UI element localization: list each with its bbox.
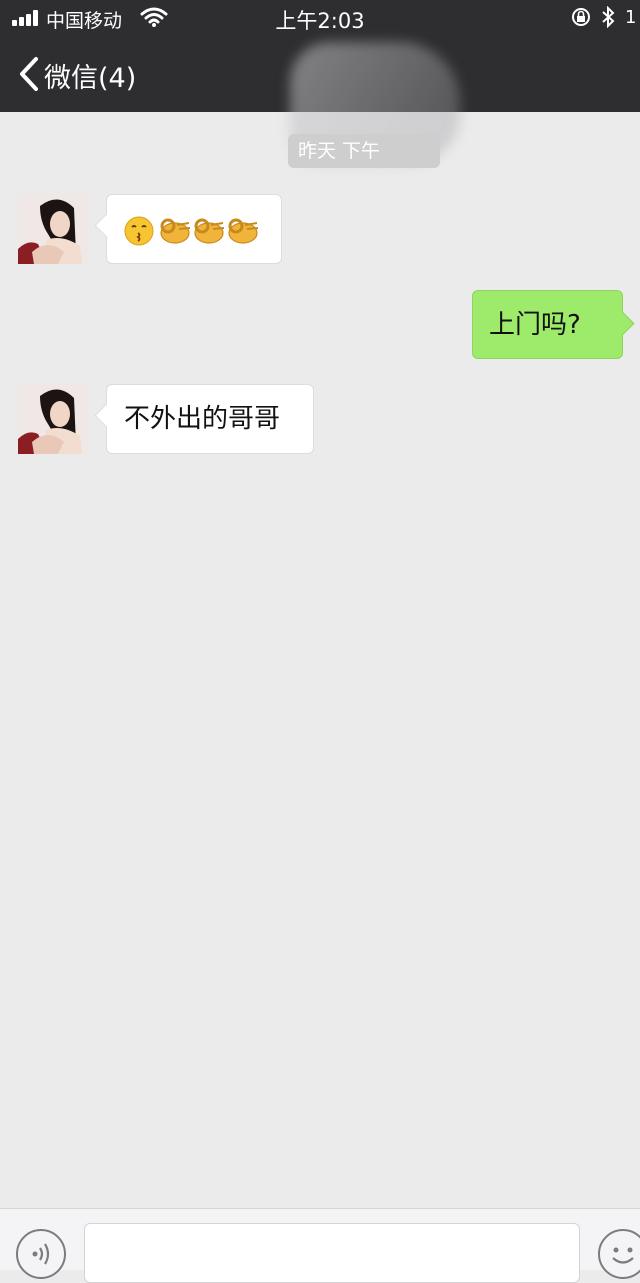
back-button[interactable]: 微信(4) xyxy=(44,56,136,95)
chevron-left-icon[interactable] xyxy=(18,56,40,92)
message-bubble-outgoing[interactable]: 上门吗? xyxy=(472,290,623,359)
avatar-photo xyxy=(18,194,88,264)
avatar[interactable] xyxy=(18,194,88,264)
message-text: 上门吗? xyxy=(489,310,581,340)
emoji-face-icon xyxy=(612,1247,634,1264)
battery-percent: 1 xyxy=(625,6,637,28)
message-text: 不外出的哥哥 xyxy=(124,404,281,434)
avatar-photo xyxy=(18,384,88,454)
status-bar: 中国移动 上午2:03 1 xyxy=(0,0,640,36)
rotation-lock-icon xyxy=(572,8,590,26)
status-right-group: 1 xyxy=(571,6,636,28)
voice-input-button[interactable] xyxy=(16,1229,66,1279)
message-timestamp: 昨天 下午 xyxy=(288,134,440,168)
ok-hand-emoji xyxy=(228,218,259,244)
emoji-sequence xyxy=(124,216,259,246)
avatar[interactable] xyxy=(18,384,88,454)
message-bubble-incoming[interactable] xyxy=(106,194,282,264)
kissing-face-emoji xyxy=(124,216,154,246)
ok-hand-emoji xyxy=(160,218,191,244)
message-input[interactable] xyxy=(84,1223,580,1283)
voice-input-icon xyxy=(32,1243,50,1265)
message-bubble-incoming[interactable]: 不外出的哥哥 xyxy=(106,384,314,454)
status-time: 上午2:03 xyxy=(275,9,365,33)
bluetooth-icon xyxy=(602,6,615,28)
ok-hand-emoji xyxy=(194,218,225,244)
emoji-button[interactable] xyxy=(598,1229,640,1279)
input-bar xyxy=(0,1208,640,1283)
